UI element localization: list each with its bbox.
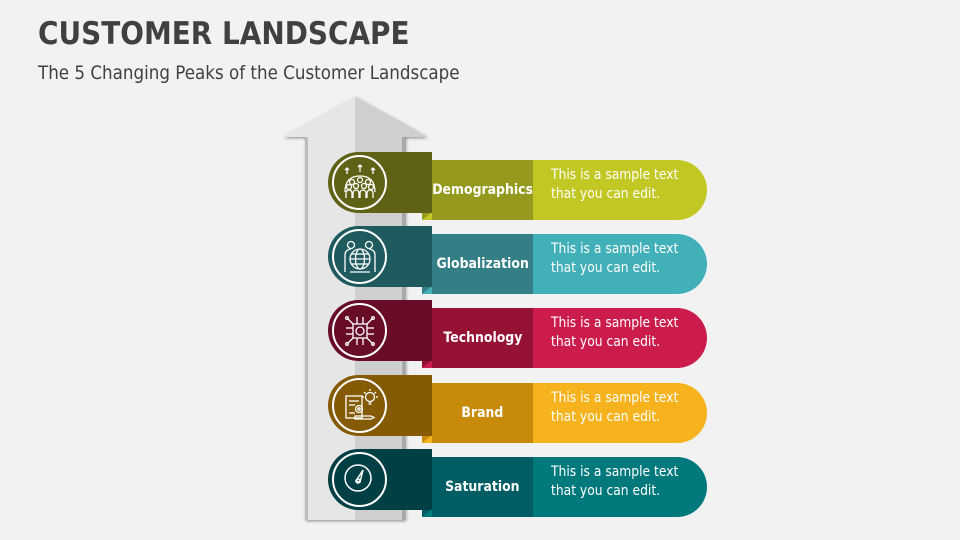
description-text: This is a sample text that you can edit. (551, 389, 683, 427)
label: Demographics (432, 182, 533, 198)
circuit-chip-icon (345, 316, 375, 346)
description-line-2: that you can edit. (551, 260, 661, 276)
label: Technology (443, 330, 522, 346)
row-demographics: This is a sample text that you can edit.… (0, 152, 960, 222)
description-line-1: This is a sample text (551, 241, 679, 257)
label-text: Globalization (432, 234, 533, 294)
row-technology: This is a sample text that you can edit.… (0, 300, 960, 370)
brand-idea-icon (345, 389, 378, 420)
gauge-icon (344, 464, 372, 492)
row-brand: This is a sample text that you can edit.… (0, 375, 960, 445)
description-line-1: This is a sample text (551, 464, 679, 480)
label-text: Saturation (432, 457, 533, 517)
fold-corner (422, 286, 432, 294)
description-line-2: that you can edit. (551, 186, 661, 202)
crowd-growth-icon (344, 164, 376, 198)
label: Saturation (445, 479, 520, 495)
description-text: This is a sample text that you can edit. (551, 463, 683, 501)
row-globalization: This is a sample text that you can edit.… (0, 226, 960, 296)
description-line-2: that you can edit. (551, 483, 661, 499)
fold-corner (422, 360, 432, 368)
label: Globalization (436, 256, 529, 272)
fold-corner (422, 435, 432, 443)
description-line-1: This is a sample text (551, 315, 679, 331)
label: Brand (461, 405, 504, 421)
description-text: This is a sample text that you can edit. (551, 166, 683, 204)
description-line-2: that you can edit. (551, 334, 661, 350)
description-text: This is a sample text that you can edit. (551, 314, 683, 352)
label-text: Demographics (432, 160, 533, 220)
description-text: This is a sample text that you can edit. (551, 240, 683, 278)
description-line-2: that you can edit. (551, 409, 661, 425)
description-line-1: This is a sample text (551, 390, 679, 406)
fold-corner (422, 212, 432, 220)
label-text: Technology (432, 308, 533, 368)
fold-corner (422, 509, 432, 517)
description-line-1: This is a sample text (551, 167, 679, 183)
globe-people-icon (344, 240, 376, 273)
label-text: Brand (432, 383, 533, 443)
row-saturation: This is a sample text that you can edit.… (0, 449, 960, 519)
